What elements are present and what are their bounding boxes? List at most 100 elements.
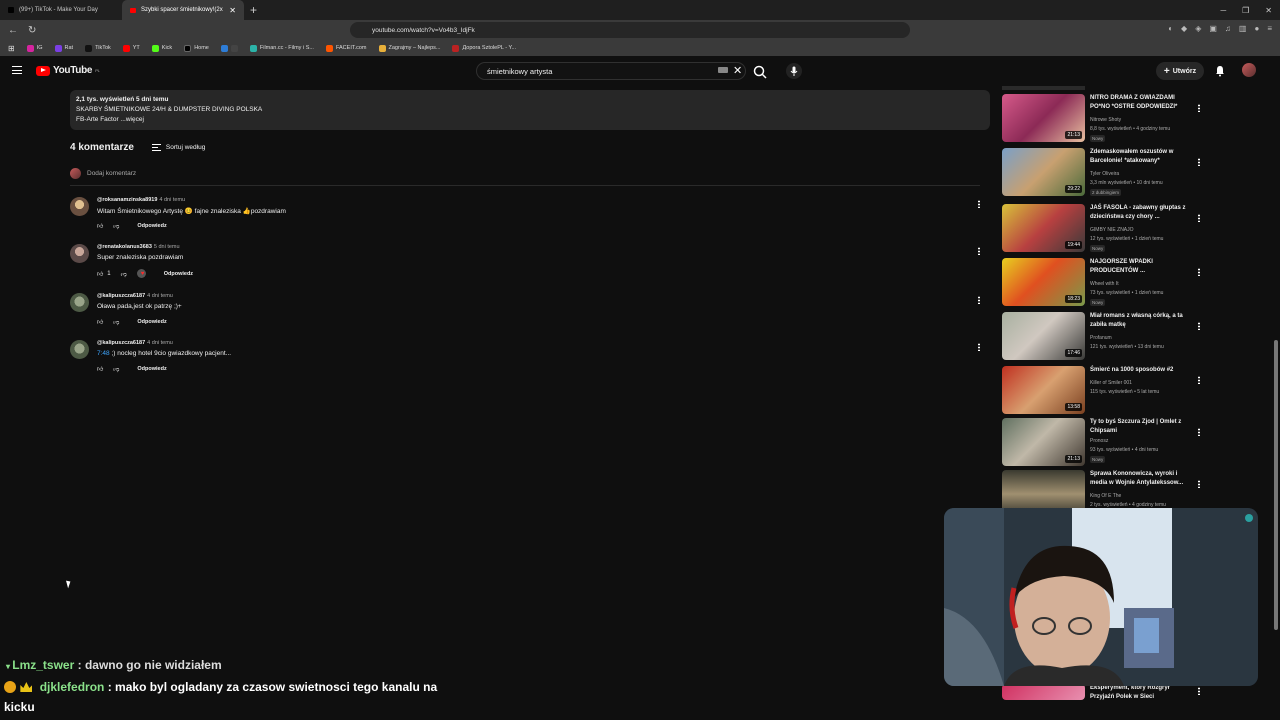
dislike-icon[interactable]: 👎︎ [113,318,119,326]
more-options-icon[interactable] [978,343,980,351]
add-comment-field[interactable]: Dodaj komentarz [70,168,980,186]
tab-youtube[interactable]: Szybki spacer śmietnikowy!(2x ✕ [122,0,244,20]
video-thumbnail[interactable]: 13:58 [1002,366,1085,414]
like-icon[interactable]: 👍︎ [97,365,103,373]
channel-name[interactable]: GIMBY NIE ZNAJO [1090,227,1134,233]
bookmark-yt[interactable]: YT [122,44,140,52]
reply-button[interactable]: Odpowiedz [164,271,193,277]
minimize-icon[interactable]: ─ [1220,6,1226,15]
account-avatar[interactable] [1242,63,1256,77]
sort-button[interactable]: Sortuj według [151,144,205,151]
more-options-icon[interactable] [1198,687,1200,695]
video-title[interactable]: Sprawa Kononowicza, wyroki i media w Woj… [1090,470,1194,488]
profile-icon[interactable]: ● [1254,24,1259,33]
comment-author[interactable]: @kalipuszcza6187 4 dni temu [97,293,173,299]
dislike-icon[interactable]: 👎︎ [113,222,119,230]
back-icon[interactable]: ← [8,25,18,36]
more-options-icon[interactable] [1198,268,1200,276]
reply-button[interactable]: Odpowiedz [137,319,166,325]
youtube-logo[interactable]: YouTube PL [36,65,100,76]
extension-icon[interactable]: ♫ [1225,24,1231,33]
video-title[interactable]: NITRO DRAMA Z GWIAZDAMI PO*NO *OSTRE ODP… [1090,94,1194,112]
more-options-icon[interactable] [978,247,980,255]
video-thumbnail[interactable]: 29:22 [1002,148,1085,196]
channel-name[interactable]: Nitrowe Shoty [1090,117,1121,123]
recommended-video[interactable]: 21:13 Ty to byś Szczura Zjod | Omlet z C… [1002,418,1214,470]
extension-icon[interactable]: ◐ [1168,24,1173,33]
bookmark-faceit[interactable]: FACEIT.com [325,44,367,52]
video-thumbnail[interactable]: 19:44 [1002,204,1085,252]
reload-icon[interactable]: ↻ [28,25,36,36]
video-thumbnail[interactable]: 21:13 [1002,418,1085,466]
video-title[interactable]: NAJGORSZE WPADKI PRODUCENTÓW ... [1090,258,1194,276]
video-title[interactable]: Śmierć na 1000 sposobów #2 [1090,366,1194,375]
video-thumbnail[interactable]: 18:23 [1002,258,1085,306]
comment-author[interactable]: @renatakolanus3683 5 dni temu [97,244,180,250]
video-title[interactable]: JAŚ FASOLA - zabawny głuptas z dziecińst… [1090,204,1194,222]
more-options-icon[interactable] [1198,158,1200,166]
video-thumbnail[interactable]: 21:13 [1002,94,1085,142]
maximize-icon[interactable]: ❐ [1242,6,1249,15]
bookmark-rat[interactable]: Rat [54,44,73,52]
more-options-icon[interactable] [978,200,980,208]
bookmark-sztole[interactable]: Дорога SztolePL - Y... [452,44,516,52]
like-icon[interactable]: 👍︎ [97,318,103,326]
video-thumbnail[interactable]: 17:46 [1002,312,1085,360]
notifications-bell-icon[interactable] [1214,65,1226,77]
bookmark-tiktok[interactable]: TikTok [85,44,111,52]
commenter-avatar[interactable] [70,340,89,359]
comment-author[interactable]: @roksanamzinska8919 4 dni temu [97,197,185,203]
video-title[interactable]: Zdemaskowałem oszustów w Barcelonie! *at… [1090,148,1194,166]
commenter-avatar[interactable] [70,197,89,216]
like-icon[interactable]: 👍︎ [97,270,103,278]
recommended-video[interactable]: 13:58 Śmierć na 1000 sposobów #2 Killer … [1002,366,1214,418]
extension-icon[interactable]: ▣ [1209,24,1217,33]
create-button[interactable]: + Utwórz [1156,62,1204,80]
more-options-icon[interactable] [1198,428,1200,436]
reply-button[interactable]: Odpowiedz [137,223,166,229]
video-description[interactable]: 2,1 tys. wyświetleń 5 dni temu SKARBY ŚM… [70,90,990,130]
bookmark-kick[interactable]: Kick [151,44,172,52]
recommended-video[interactable]: 18:23 NAJGORSZE WPADKI PRODUCENTÓW ... W… [1002,258,1214,310]
channel-name[interactable]: Killer of Smiler 001 [1090,380,1132,386]
extension-icon[interactable]: ◈ [1195,24,1201,33]
more-options-icon[interactable] [1198,104,1200,112]
timestamp-link[interactable]: 7:48 [97,350,110,357]
search-input[interactable]: śmietnikowy artysta [476,62,746,80]
bookmark-filman[interactable]: Filman.cc - Filmy i S... [249,44,314,52]
close-tab-icon[interactable]: ✕ [229,6,236,15]
dislike-icon[interactable]: 👎︎ [121,270,127,278]
dislike-icon[interactable]: 👎︎ [113,365,119,373]
channel-name[interactable]: Profanum [1090,335,1112,341]
reply-button[interactable]: Odpowiedz [137,366,166,372]
voice-search-button[interactable] [786,63,802,79]
video-thumbnail[interactable] [1002,684,1085,700]
sidebar-thumbnail-partial[interactable] [1002,86,1085,90]
recommended-video[interactable]: 19:44 JAŚ FASOLA - zabawny głuptas z dzi… [1002,204,1214,256]
bookmark-home[interactable]: Home [184,44,209,52]
menu-icon[interactable]: ≡ [1267,24,1272,33]
bookmark-zagrajmy[interactable]: Zagrajmy – Najleps... [378,44,440,52]
url-field[interactable]: youtube.com/watch?v=Vo4b3_IdjFk [350,22,910,38]
recommended-video[interactable]: 17:46 Miał romans z własną córką, a ta z… [1002,312,1214,364]
apps-grid-icon[interactable]: ⊞ [8,44,15,53]
new-tab-button[interactable]: + [250,3,257,17]
video-title[interactable]: Ty to byś Szczura Zjod | Omlet z Chipsam… [1090,418,1194,436]
search-icon[interactable] [752,64,768,80]
clear-search-icon[interactable]: ✕ [733,64,742,77]
more-options-icon[interactable] [1198,322,1200,330]
more-options-icon[interactable] [1198,214,1200,222]
video-title[interactable]: Miał romans z własną córką, a ta zabiła … [1090,312,1194,330]
hamburger-menu-icon[interactable] [12,66,22,74]
recommended-video[interactable]: 21:13 NITRO DRAMA Z GWIAZDAMI PO*NO *OST… [1002,94,1214,146]
bookmark-unnamed[interactable] [220,44,238,52]
commenter-avatar[interactable] [70,293,89,312]
sidebar-icon[interactable]: ▥ [1239,24,1247,33]
more-options-icon[interactable] [978,296,980,304]
recommended-video[interactable]: Eksperyment, który Rozgrył Przyjaźń Pole… [1002,684,1214,700]
extension-icon[interactable]: ◆ [1181,24,1187,33]
like-icon[interactable]: 👍︎ [97,222,103,230]
keyboard-icon[interactable] [718,67,728,73]
channel-name[interactable]: Pronosz [1090,438,1108,444]
close-window-icon[interactable]: ✕ [1265,6,1272,15]
